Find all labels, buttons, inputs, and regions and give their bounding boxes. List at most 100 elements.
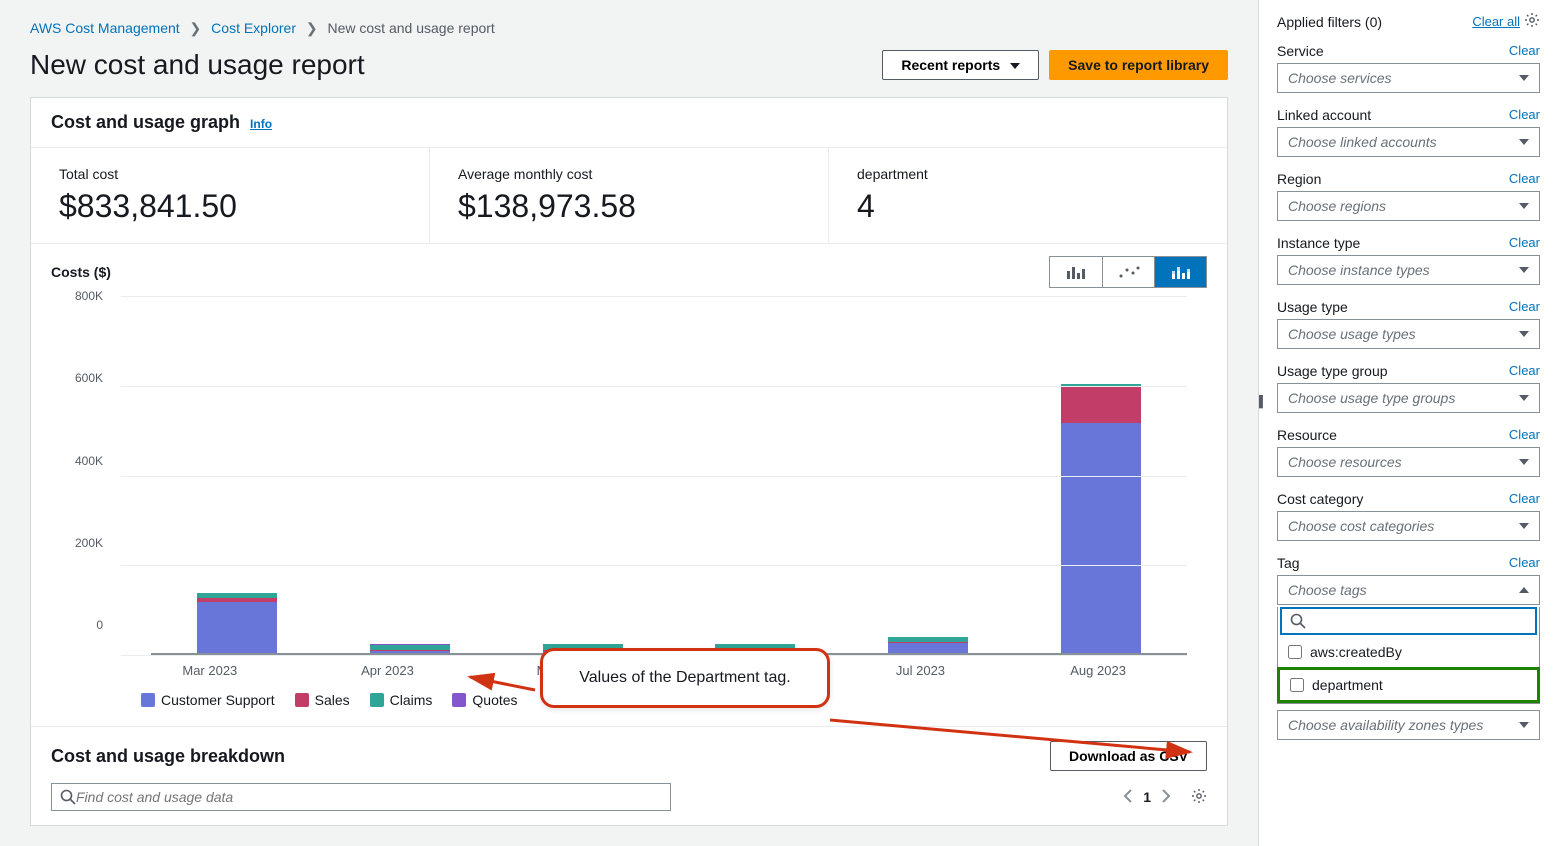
bar-group	[1061, 306, 1141, 653]
y-tick: 400K	[75, 454, 103, 468]
line-chart-icon[interactable]	[1102, 257, 1154, 287]
filter-label: Cost category	[1277, 491, 1363, 507]
chart-axis-title: Costs ($)	[51, 264, 111, 280]
settings-icon[interactable]	[1191, 788, 1207, 807]
clear-filter-link[interactable]: Clear	[1509, 363, 1540, 379]
stacked-bar-chart-icon[interactable]	[1154, 257, 1206, 287]
breadcrumb-current: New cost and usage report	[328, 20, 495, 36]
bar-segment	[370, 651, 450, 653]
search-icon	[60, 789, 76, 805]
bar-segment	[197, 602, 277, 653]
chevron-down-icon	[1519, 523, 1529, 529]
legend-item: Claims	[370, 692, 433, 708]
filter-label: Usage type group	[1277, 363, 1388, 379]
page-number: 1	[1143, 789, 1151, 805]
breadcrumb: AWS Cost Management ❯ Cost Explorer ❯ Ne…	[30, 20, 1228, 37]
filter-label: Instance type	[1277, 235, 1360, 251]
save-report-button[interactable]: Save to report library	[1049, 50, 1228, 80]
search-icon	[1290, 613, 1306, 629]
clear-filter-link[interactable]: Clear	[1509, 43, 1540, 59]
avg-cost-value: $138,973.58	[458, 188, 800, 225]
page-title: New cost and usage report	[30, 49, 365, 81]
tag-option-department[interactable]: department	[1277, 667, 1540, 703]
recent-reports-button[interactable]: Recent reports	[882, 50, 1039, 80]
chevron-down-icon	[1519, 267, 1529, 273]
filter-select[interactable]: Choose regions	[1277, 191, 1540, 221]
filter-label: Region	[1277, 171, 1321, 187]
filter-select[interactable]: Choose instance types	[1277, 255, 1540, 285]
chevron-up-icon	[1519, 587, 1529, 593]
settings-icon[interactable]	[1524, 12, 1540, 31]
info-link[interactable]: Info	[250, 117, 272, 131]
x-label: Jul 2023	[880, 663, 960, 678]
filter-select[interactable]: Choose usage type groups	[1277, 383, 1540, 413]
breadcrumb-section[interactable]: Cost Explorer	[211, 20, 296, 36]
collapse-handle-icon[interactable]: ▌▌	[1258, 390, 1269, 414]
x-label: Aug 2023	[1058, 663, 1138, 678]
cost-usage-panel: Cost and usage graph Info Total cost $83…	[30, 97, 1228, 826]
chart-type-toggle	[1049, 256, 1207, 288]
y-tick: 600K	[75, 371, 103, 385]
clear-filter-link[interactable]: Clear	[1509, 491, 1540, 507]
breakdown-search[interactable]	[51, 783, 671, 811]
bar-group	[370, 306, 450, 653]
applied-filters-label: Applied filters (0)	[1277, 14, 1382, 30]
filter-select[interactable]: Choose usage types	[1277, 319, 1540, 349]
bar-group	[888, 306, 968, 653]
bar-segment	[888, 643, 968, 653]
legend-swatch	[141, 693, 155, 707]
clear-all-link[interactable]: Clear all	[1472, 14, 1520, 29]
chevron-down-icon	[1519, 331, 1529, 337]
breakdown-search-input[interactable]	[76, 789, 662, 805]
chevron-down-icon	[1519, 75, 1529, 81]
chevron-down-icon	[1519, 139, 1529, 145]
chevron-down-icon	[1519, 395, 1529, 401]
chevron-down-icon	[1519, 459, 1529, 465]
filter-select[interactable]: Choose linked accounts	[1277, 127, 1540, 157]
filter-select[interactable]: Choose services	[1277, 63, 1540, 93]
tag-dropdown: aws:createdBy department	[1277, 607, 1540, 704]
annotation-callout: Values of the Department tag.	[540, 648, 830, 708]
tag-search-input[interactable]	[1280, 607, 1537, 635]
group-label: department	[857, 166, 1199, 182]
total-cost-label: Total cost	[59, 166, 401, 182]
bar-chart-icon[interactable]	[1050, 257, 1102, 287]
legend-item: Customer Support	[141, 692, 275, 708]
total-cost-value: $833,841.50	[59, 188, 401, 225]
bar-segment	[1061, 386, 1141, 423]
y-tick: 0	[96, 618, 103, 632]
cost-chart: 0200K400K600K800K	[51, 296, 1207, 655]
clear-filter-link[interactable]: Clear	[1509, 299, 1540, 315]
breadcrumb-root[interactable]: AWS Cost Management	[30, 20, 180, 36]
y-tick: 200K	[75, 536, 103, 550]
filter-label: Usage type	[1277, 299, 1348, 315]
x-label: Mar 2023	[170, 663, 250, 678]
graph-panel-title: Cost and usage graph	[51, 112, 240, 133]
clear-filter-link[interactable]: Clear	[1509, 235, 1540, 251]
bar-segment	[1061, 423, 1141, 653]
chevron-down-icon	[1519, 722, 1529, 728]
clear-filter-link[interactable]: Clear	[1509, 427, 1540, 443]
tag-filter-select[interactable]: Choose tags	[1277, 575, 1540, 605]
clear-tag-link[interactable]: Clear	[1509, 555, 1540, 571]
prev-page-button[interactable]	[1123, 789, 1133, 806]
clear-filter-link[interactable]: Clear	[1509, 107, 1540, 123]
bar-group	[197, 306, 277, 653]
legend-swatch	[452, 693, 466, 707]
filter-label-tag: Tag	[1277, 555, 1300, 571]
download-csv-button[interactable]: Download as CSV	[1050, 741, 1207, 771]
filter-label: Linked account	[1277, 107, 1371, 123]
legend-swatch	[370, 693, 384, 707]
bar-group	[543, 306, 623, 653]
breakdown-title: Cost and usage breakdown	[51, 746, 285, 767]
bar-group	[715, 306, 795, 653]
filter-select[interactable]: Choose cost categories	[1277, 511, 1540, 541]
legend-item: Sales	[295, 692, 350, 708]
next-page-button[interactable]	[1161, 789, 1171, 806]
filter-select[interactable]: Choose resources	[1277, 447, 1540, 477]
clear-filter-link[interactable]: Clear	[1509, 171, 1540, 187]
x-label: Apr 2023	[347, 663, 427, 678]
tag-option-aws-createdby[interactable]: aws:createdBy	[1278, 637, 1539, 667]
group-value: 4	[857, 188, 1199, 225]
availability-zone-select[interactable]: Choose availability zones types	[1277, 710, 1540, 740]
